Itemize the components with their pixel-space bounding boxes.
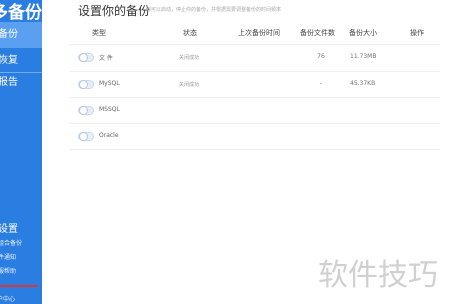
column-header-actions: 操作	[410, 29, 424, 37]
column-header-last-backup: 上次备份时间	[238, 29, 280, 37]
sidebar-item-label: 恢复	[0, 55, 18, 66]
column-header-type: 类型	[92, 29, 106, 37]
backup-toggle[interactable]	[78, 106, 94, 115]
sidebar: 多备份 备份 恢复 报告 设置 组合备份 件通知 服帮助 户中心	[0, 0, 42, 304]
backup-toggle[interactable]	[78, 132, 94, 141]
table-divider	[70, 149, 440, 150]
row-size: 11.73MB	[350, 53, 377, 60]
sidebar-item-report[interactable]: 报告	[0, 70, 42, 96]
row-type: MySQL	[99, 80, 120, 87]
watermark: 软件技巧	[318, 258, 438, 293]
sidebar-item-label: 报告	[0, 77, 18, 88]
sidebar-settings-label: 设置	[0, 224, 18, 235]
table-header: 类型 状态 上次备份时间 备份文件数 备份大小 操作	[70, 28, 440, 42]
sidebar-subitem-combine-backup[interactable]: 组合备份	[0, 238, 22, 247]
table-row: Oracle	[70, 123, 440, 151]
page-subtitle: 你可以启动，停止你的备份，并根据需要调整备份的时间频率	[146, 7, 282, 13]
page-title: 设置你的备份	[78, 4, 151, 18]
table-row: MSSQL	[70, 97, 440, 125]
sidebar-subitem-notification[interactable]: 件通知	[0, 252, 16, 261]
toggle-knob	[79, 80, 88, 89]
table-row: 文 件 关闭成功 76 11.73MB	[70, 44, 440, 72]
toggle-knob	[79, 106, 88, 115]
row-type: Oracle	[99, 132, 119, 139]
app-title: 多备份	[0, 3, 42, 23]
row-size: 45.37KB	[350, 80, 376, 87]
toggle-knob	[79, 53, 88, 62]
table-row: MySQL 关闭成功 - 45.37KB	[70, 71, 440, 99]
column-header-size: 备份大小	[349, 29, 377, 37]
row-file-count: 76	[317, 53, 325, 60]
row-type: MSSQL	[99, 106, 120, 113]
row-file-count: -	[319, 80, 323, 87]
sidebar-subitem-help[interactable]: 服帮助	[0, 266, 16, 275]
toggle-knob	[79, 132, 88, 141]
column-header-file-count: 备份文件数	[300, 29, 335, 37]
column-header-status: 状态	[183, 29, 197, 37]
sidebar-user-center[interactable]: 户中心	[0, 294, 15, 303]
sidebar-item-backup[interactable]: 备份	[0, 22, 42, 48]
sidebar-item-label: 备份	[0, 29, 18, 40]
row-type: 文 件	[99, 55, 113, 62]
row-status: 关闭成功	[179, 82, 200, 88]
backup-toggle[interactable]	[78, 80, 94, 89]
row-status: 关闭成功	[179, 55, 200, 61]
backup-toggle[interactable]	[78, 53, 94, 62]
sidebar-accent-bar	[0, 285, 38, 287]
